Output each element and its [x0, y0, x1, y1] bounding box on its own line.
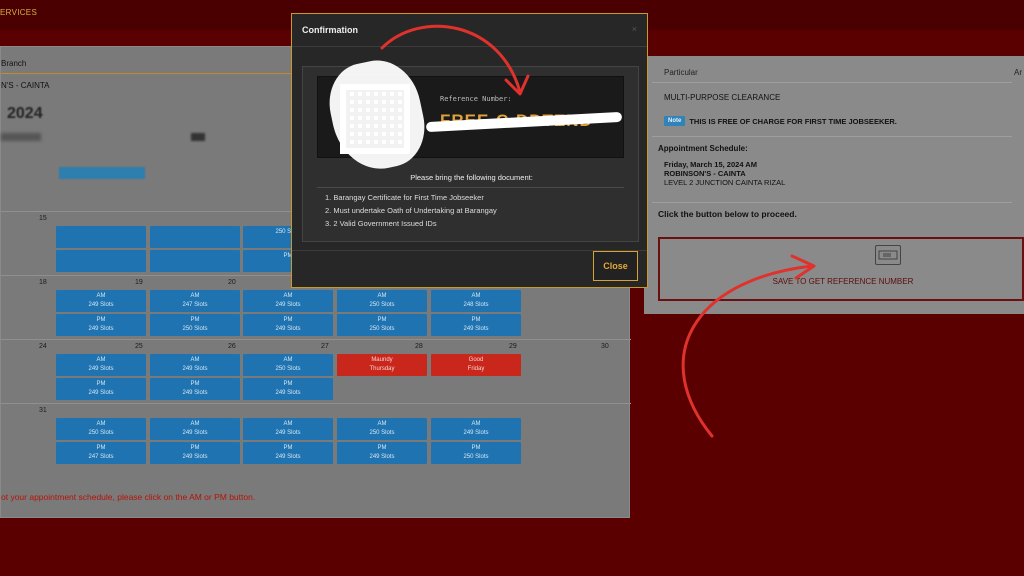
annotation-arrows [380, 24, 816, 438]
arrow-to-reference-icon [380, 24, 522, 94]
arrow-to-save-button-icon [681, 264, 814, 438]
